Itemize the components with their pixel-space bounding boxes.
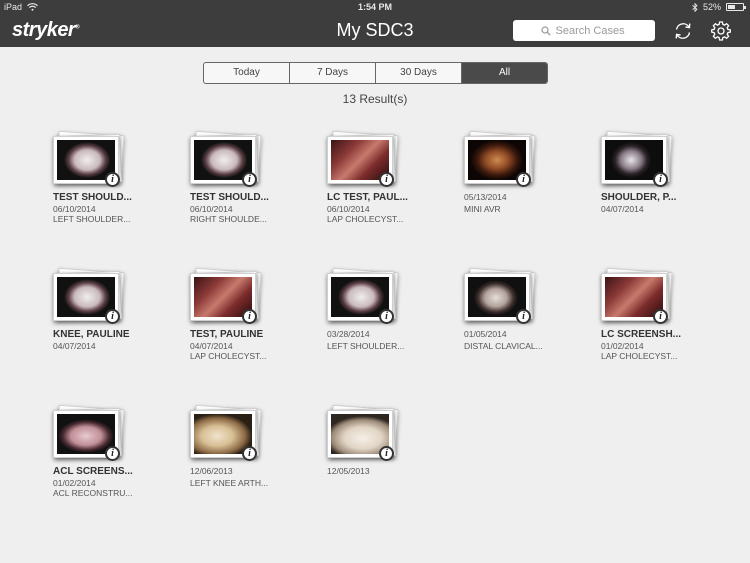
info-icon[interactable]: i — [242, 446, 257, 461]
case-item[interactable]: i TEST SHOULD... 06/10/2014 RIGHT SHOULDE..… — [190, 130, 327, 270]
case-item[interactable]: i TEST SHOULD... 06/10/2014 LEFT SHOULDER..… — [53, 130, 190, 270]
case-thumbnail[interactable]: i — [53, 404, 125, 461]
case-title: SHOULDER, P... — [601, 192, 677, 203]
case-title: TEST, PAULINE — [190, 329, 264, 340]
case-item[interactable]: i 05/13/2014 MINI AVR — [464, 130, 601, 270]
case-title: LC SCREENSH... — [601, 329, 682, 340]
battery-percent: 52% — [702, 2, 721, 12]
case-procedure: LAP CHOLECYST... — [327, 214, 404, 224]
info-icon[interactable]: i — [105, 309, 120, 324]
result-count: 13 Result(s) — [342, 92, 408, 106]
sync-button[interactable] — [671, 19, 695, 43]
info-icon[interactable]: i — [653, 172, 668, 187]
nav-bar: stryker® My SDC3 — [0, 14, 750, 47]
case-thumbnail[interactable]: i — [53, 267, 125, 324]
case-item[interactable]: i ACL SCREENS... 01/02/2014 ACL RECONSTRU..… — [53, 404, 190, 544]
case-title: LC TEST, PAUL... — [327, 192, 408, 203]
case-thumbnail[interactable]: i — [53, 130, 125, 187]
case-title: TEST SHOULD... — [190, 192, 269, 203]
info-icon[interactable]: i — [379, 446, 394, 461]
case-thumbnail[interactable]: i — [327, 130, 399, 187]
battery-icon — [726, 3, 746, 11]
case-thumbnail[interactable]: i — [190, 404, 262, 461]
case-procedure: LAP CHOLECYST... — [601, 351, 678, 361]
case-procedure: LAP CHOLECYST... — [190, 351, 267, 361]
info-icon[interactable]: i — [379, 172, 394, 187]
filter-7-days[interactable]: 7 Days — [290, 63, 376, 83]
gear-icon — [711, 21, 731, 41]
case-procedure: LEFT SHOULDER... — [327, 341, 405, 351]
case-item[interactable]: i 03/28/2014 LEFT SHOULDER... — [327, 267, 464, 407]
settings-button[interactable] — [709, 19, 733, 43]
info-icon[interactable]: i — [242, 309, 257, 324]
filter-30-days[interactable]: 30 Days — [376, 63, 462, 83]
case-procedure: DISTAL CLAVICAL... — [464, 341, 543, 351]
info-icon[interactable]: i — [105, 172, 120, 187]
case-procedure: RIGHT SHOULDE... — [190, 214, 267, 224]
case-thumbnail[interactable]: i — [327, 267, 399, 324]
case-date: 04/07/2014 — [190, 341, 233, 351]
sync-icon — [675, 23, 691, 39]
case-item[interactable]: i 01/05/2014 DISTAL CLAVICAL... — [464, 267, 601, 407]
bluetooth-icon — [692, 2, 698, 12]
case-procedure: LEFT KNEE ARTH... — [190, 478, 269, 488]
case-date: 04/07/2014 — [601, 204, 644, 214]
case-date: 01/05/2014 — [464, 329, 507, 339]
case-title: TEST SHOULD... — [53, 192, 132, 203]
case-date: 06/10/2014 — [327, 204, 370, 214]
case-item[interactable]: i KNEE, PAULINE 04/07/2014 — [53, 267, 190, 407]
case-date: 06/10/2014 — [190, 204, 233, 214]
case-procedure: MINI AVR — [464, 204, 501, 214]
case-date: 01/02/2014 — [601, 341, 644, 351]
case-item[interactable]: i 12/06/2013 LEFT KNEE ARTH... — [190, 404, 327, 544]
case-date: 12/06/2013 — [190, 466, 233, 476]
case-item[interactable]: i SHOULDER, P... 04/07/2014 — [601, 130, 738, 270]
case-thumbnail[interactable]: i — [601, 267, 673, 324]
info-icon[interactable]: i — [516, 172, 531, 187]
case-date: 01/02/2014 — [53, 478, 96, 488]
case-grid: i TEST SHOULD... 06/10/2014 LEFT SHOULDER..… — [53, 130, 750, 544]
status-bar: iPad 1:54 PM 52% — [0, 0, 750, 14]
case-date: 03/28/2014 — [327, 329, 370, 339]
case-title: KNEE, PAULINE — [53, 329, 130, 340]
case-date: 05/13/2014 — [464, 192, 507, 202]
case-thumbnail[interactable]: i — [327, 404, 399, 461]
info-icon[interactable]: i — [379, 309, 394, 324]
info-icon[interactable]: i — [105, 446, 120, 461]
case-date: 12/05/2013 — [327, 466, 370, 476]
filter-all[interactable]: All — [462, 63, 547, 83]
case-item[interactable]: i LC TEST, PAUL... 06/10/2014 LAP CHOLECYST… — [327, 130, 464, 270]
date-filter: Today 7 Days 30 Days All — [203, 62, 548, 84]
info-icon[interactable]: i — [653, 309, 668, 324]
case-date: 06/10/2014 — [53, 204, 96, 214]
search-input[interactable] — [555, 24, 628, 37]
case-procedure: LEFT SHOULDER... — [53, 214, 131, 224]
case-thumbnail[interactable]: i — [464, 130, 536, 187]
info-icon[interactable]: i — [516, 309, 531, 324]
case-thumbnail[interactable]: i — [190, 267, 262, 324]
case-procedure: ACL RECONSTRU... — [53, 488, 133, 498]
case-title: ACL SCREENS... — [53, 466, 133, 477]
case-thumbnail[interactable]: i — [464, 267, 536, 324]
search-box[interactable] — [513, 20, 655, 41]
case-item[interactable]: i 12/05/2013 — [327, 404, 464, 544]
case-thumbnail[interactable]: i — [190, 130, 262, 187]
case-date: 04/07/2014 — [53, 341, 96, 351]
case-thumbnail[interactable]: i — [601, 130, 673, 187]
status-time: 1:54 PM — [357, 2, 392, 12]
search-icon — [540, 25, 551, 36]
case-item[interactable]: i LC SCREENSH... 01/02/2014 LAP CHOLECYST..… — [601, 267, 738, 407]
case-item[interactable]: i TEST, PAULINE 04/07/2014 LAP CHOLECYST... — [190, 267, 327, 407]
filter-today[interactable]: Today — [204, 63, 290, 83]
info-icon[interactable]: i — [242, 172, 257, 187]
